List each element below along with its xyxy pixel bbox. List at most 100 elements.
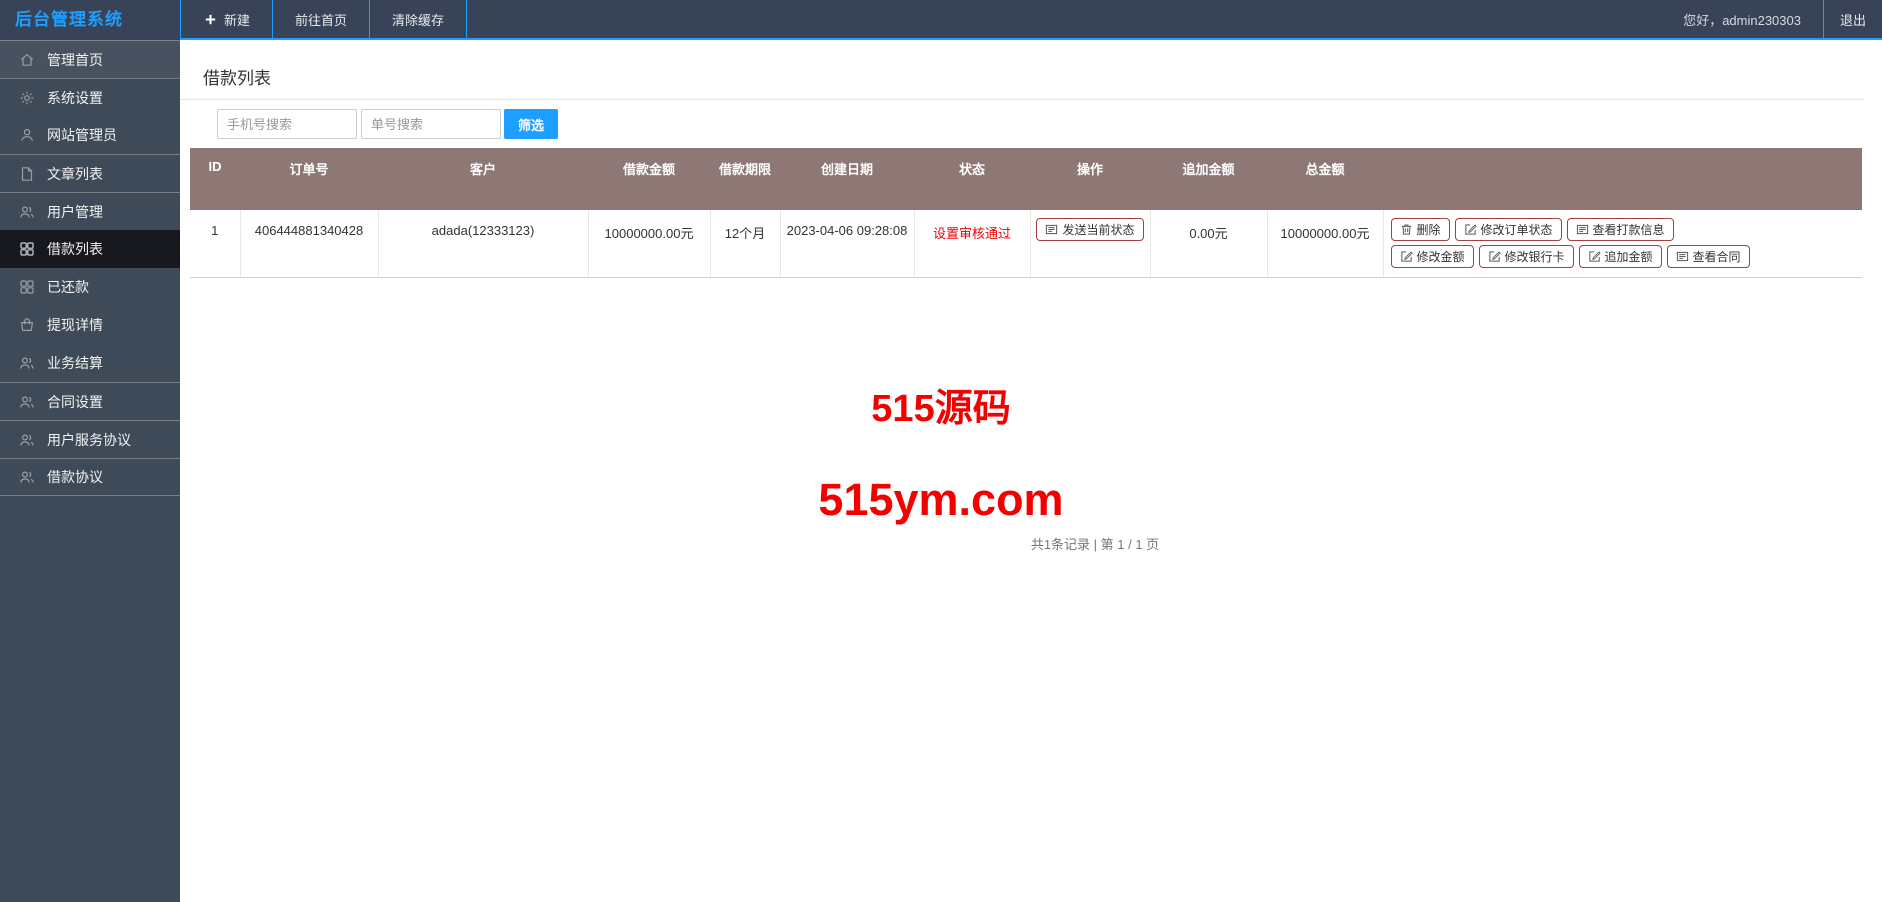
modify-bank-card-label: 修改银行卡 bbox=[1504, 250, 1565, 264]
sidebar-item-site-admin[interactable]: 网站管理员 bbox=[0, 116, 180, 154]
topbar-user-area: 您好，admin230303 退出 bbox=[1683, 0, 1882, 38]
view-payment-info-label: 查看打款信息 bbox=[1592, 223, 1665, 237]
edit-icon bbox=[1464, 223, 1477, 236]
column-header-loan-term: 借款期限 bbox=[710, 148, 780, 210]
view-contract-button[interactable]: 查看合同 bbox=[1666, 245, 1750, 268]
user-greeting: 您好，admin230303 bbox=[1683, 12, 1801, 28]
home-icon bbox=[19, 52, 35, 68]
go-homepage-button[interactable]: 前往首页 bbox=[272, 0, 369, 38]
watermark-text: 515源码 bbox=[871, 388, 1011, 430]
order-search-input[interactable] bbox=[361, 109, 501, 139]
app-logo: 后台管理系统 bbox=[0, 0, 180, 40]
document-icon bbox=[19, 166, 35, 182]
go-homepage-label: 前往首页 bbox=[295, 12, 348, 28]
cell-operation: 发送当前状态 bbox=[1029, 210, 1150, 278]
sidebar-item-label: 网站管理员 bbox=[47, 127, 117, 143]
column-header-actions bbox=[1383, 148, 1862, 210]
column-header-total-amount: 总金额 bbox=[1267, 148, 1383, 210]
user-icon bbox=[19, 127, 35, 143]
table-row: 1 406444881340428 adada(12333123) 100000… bbox=[190, 210, 1862, 278]
edit-icon bbox=[1488, 250, 1501, 263]
clear-cache-label: 清除缓存 bbox=[392, 12, 445, 28]
sidebar-item-user-service-agreement[interactable]: 用户服务协议 bbox=[0, 420, 180, 458]
sidebar-item-article-list[interactable]: 文章列表 bbox=[0, 154, 180, 192]
column-header-id: ID bbox=[190, 148, 240, 210]
users-icon bbox=[19, 355, 35, 371]
edit-icon bbox=[1400, 250, 1413, 263]
sidebar-item-label: 用户服务协议 bbox=[47, 431, 131, 448]
modify-order-status-label: 修改订单状态 bbox=[1480, 223, 1553, 237]
send-current-status-label: 发送当前状态 bbox=[1062, 223, 1135, 237]
sidebar-item-label: 系统设置 bbox=[47, 89, 103, 106]
cell-created-date: 2023-04-06 09:28:08 bbox=[779, 210, 914, 278]
cell-customer: adada(12333123) bbox=[377, 210, 588, 278]
delete-label: 删除 bbox=[1416, 223, 1441, 237]
phone-search-input[interactable] bbox=[217, 109, 357, 139]
list-icon bbox=[1576, 223, 1589, 236]
users-icon bbox=[19, 204, 35, 220]
sidebar-item-contract-settings[interactable]: 合同设置 bbox=[0, 382, 180, 420]
loan-table: ID 订单号 客户 借款金额 借款期限 创建日期 状态 操作 追加金额 总金额 … bbox=[190, 148, 1862, 278]
sidebar-item-repaid[interactable]: 已还款 bbox=[0, 268, 180, 306]
cell-id: 1 bbox=[190, 210, 240, 278]
sidebar-item-loan-list[interactable]: 借款列表 bbox=[0, 230, 180, 268]
sidebar-item-system-settings[interactable]: 系统设置 bbox=[0, 78, 180, 116]
grid-icon bbox=[19, 279, 35, 295]
view-contract-label: 查看合同 bbox=[1692, 250, 1741, 264]
cell-total-amount: 10000000.00元 bbox=[1266, 210, 1383, 278]
filter-bar: 筛选 bbox=[217, 109, 1882, 139]
sidebar-item-business-settlement[interactable]: 业务结算 bbox=[0, 344, 180, 382]
sidebar-item-loan-agreement[interactable]: 借款协议 bbox=[0, 458, 180, 496]
sidebar-item-label: 借款协议 bbox=[47, 469, 103, 485]
modify-bank-card-button[interactable]: 修改银行卡 bbox=[1478, 245, 1574, 268]
sidebar-item-label: 已还款 bbox=[47, 279, 89, 295]
send-current-status-button[interactable]: 发送当前状态 bbox=[1036, 218, 1144, 241]
cell-loan-amount: 10000000.00元 bbox=[587, 210, 710, 278]
sidebar-item-label: 用户管理 bbox=[47, 203, 103, 220]
sidebar-item-withdrawal-details[interactable]: 提现详情 bbox=[0, 306, 180, 344]
topbar-nav: 新建 前往首页 清除缓存 bbox=[180, 0, 468, 38]
main-content: 借款列表 筛选 ID 订单号 客户 借款金额 借款期限 创建日期 状态 操作 追… bbox=[180, 40, 1882, 902]
new-button-label: 新建 bbox=[224, 12, 251, 28]
column-header-customer: 客户 bbox=[378, 148, 588, 210]
logout-button[interactable]: 退出 bbox=[1824, 0, 1882, 38]
column-header-created-date: 创建日期 bbox=[780, 148, 914, 210]
users-icon bbox=[19, 432, 35, 448]
watermark-url: 515ym.com bbox=[818, 474, 1064, 525]
sidebar-item-label: 业务结算 bbox=[47, 355, 103, 371]
sidebar-item-admin-home[interactable]: 管理首页 bbox=[0, 40, 180, 78]
add-amount-label: 追加金额 bbox=[1604, 250, 1653, 264]
plus-icon bbox=[203, 12, 218, 27]
sidebar-item-label: 文章列表 bbox=[47, 165, 103, 182]
gear-icon bbox=[19, 90, 35, 106]
add-amount-button[interactable]: 追加金额 bbox=[1578, 245, 1662, 268]
sidebar-item-label: 提现详情 bbox=[47, 317, 103, 333]
modify-order-status-button[interactable]: 修改订单状态 bbox=[1454, 218, 1562, 241]
clear-cache-button[interactable]: 清除缓存 bbox=[369, 0, 468, 38]
table-header-row: ID 订单号 客户 借款金额 借款期限 创建日期 状态 操作 追加金额 总金额 bbox=[190, 148, 1862, 210]
grid-icon bbox=[19, 241, 35, 257]
bag-icon bbox=[19, 317, 35, 333]
new-button[interactable]: 新建 bbox=[180, 0, 272, 38]
sidebar-item-label: 管理首页 bbox=[47, 51, 103, 68]
cell-actions: 删除 修改订单状态 查看打款信息 修改金额 修改银行卡 追加金额 查看合同 bbox=[1382, 210, 1862, 278]
topbar: 后台管理系统 新建 前往首页 清除缓存 您好，admin230303 退出 bbox=[0, 0, 1882, 40]
column-header-operation: 操作 bbox=[1030, 148, 1150, 210]
action-button-row: 修改金额 修改银行卡 追加金额 查看合同 bbox=[1390, 245, 1857, 268]
edit-icon bbox=[1588, 250, 1601, 263]
cell-extra-amount: 0.00元 bbox=[1149, 210, 1267, 278]
view-payment-info-button[interactable]: 查看打款信息 bbox=[1566, 218, 1674, 241]
column-header-order-no: 订单号 bbox=[240, 148, 378, 210]
sidebar-item-label: 合同设置 bbox=[47, 393, 103, 410]
sidebar-item-user-management[interactable]: 用户管理 bbox=[0, 192, 180, 230]
column-header-extra-amount: 追加金额 bbox=[1150, 148, 1267, 210]
pagination: 共1条记录 | 第 1 / 1 页 bbox=[1030, 536, 1160, 552]
status-text: 设置审核通过 bbox=[913, 210, 1030, 278]
filter-button[interactable]: 筛选 bbox=[504, 109, 559, 139]
modify-amount-button[interactable]: 修改金额 bbox=[1390, 245, 1474, 268]
column-header-loan-amount: 借款金额 bbox=[588, 148, 710, 210]
delete-button[interactable]: 删除 bbox=[1390, 218, 1450, 241]
action-button-row: 删除 修改订单状态 查看打款信息 bbox=[1390, 218, 1857, 241]
modify-amount-label: 修改金额 bbox=[1416, 250, 1465, 264]
page-title: 借款列表 bbox=[203, 69, 271, 88]
